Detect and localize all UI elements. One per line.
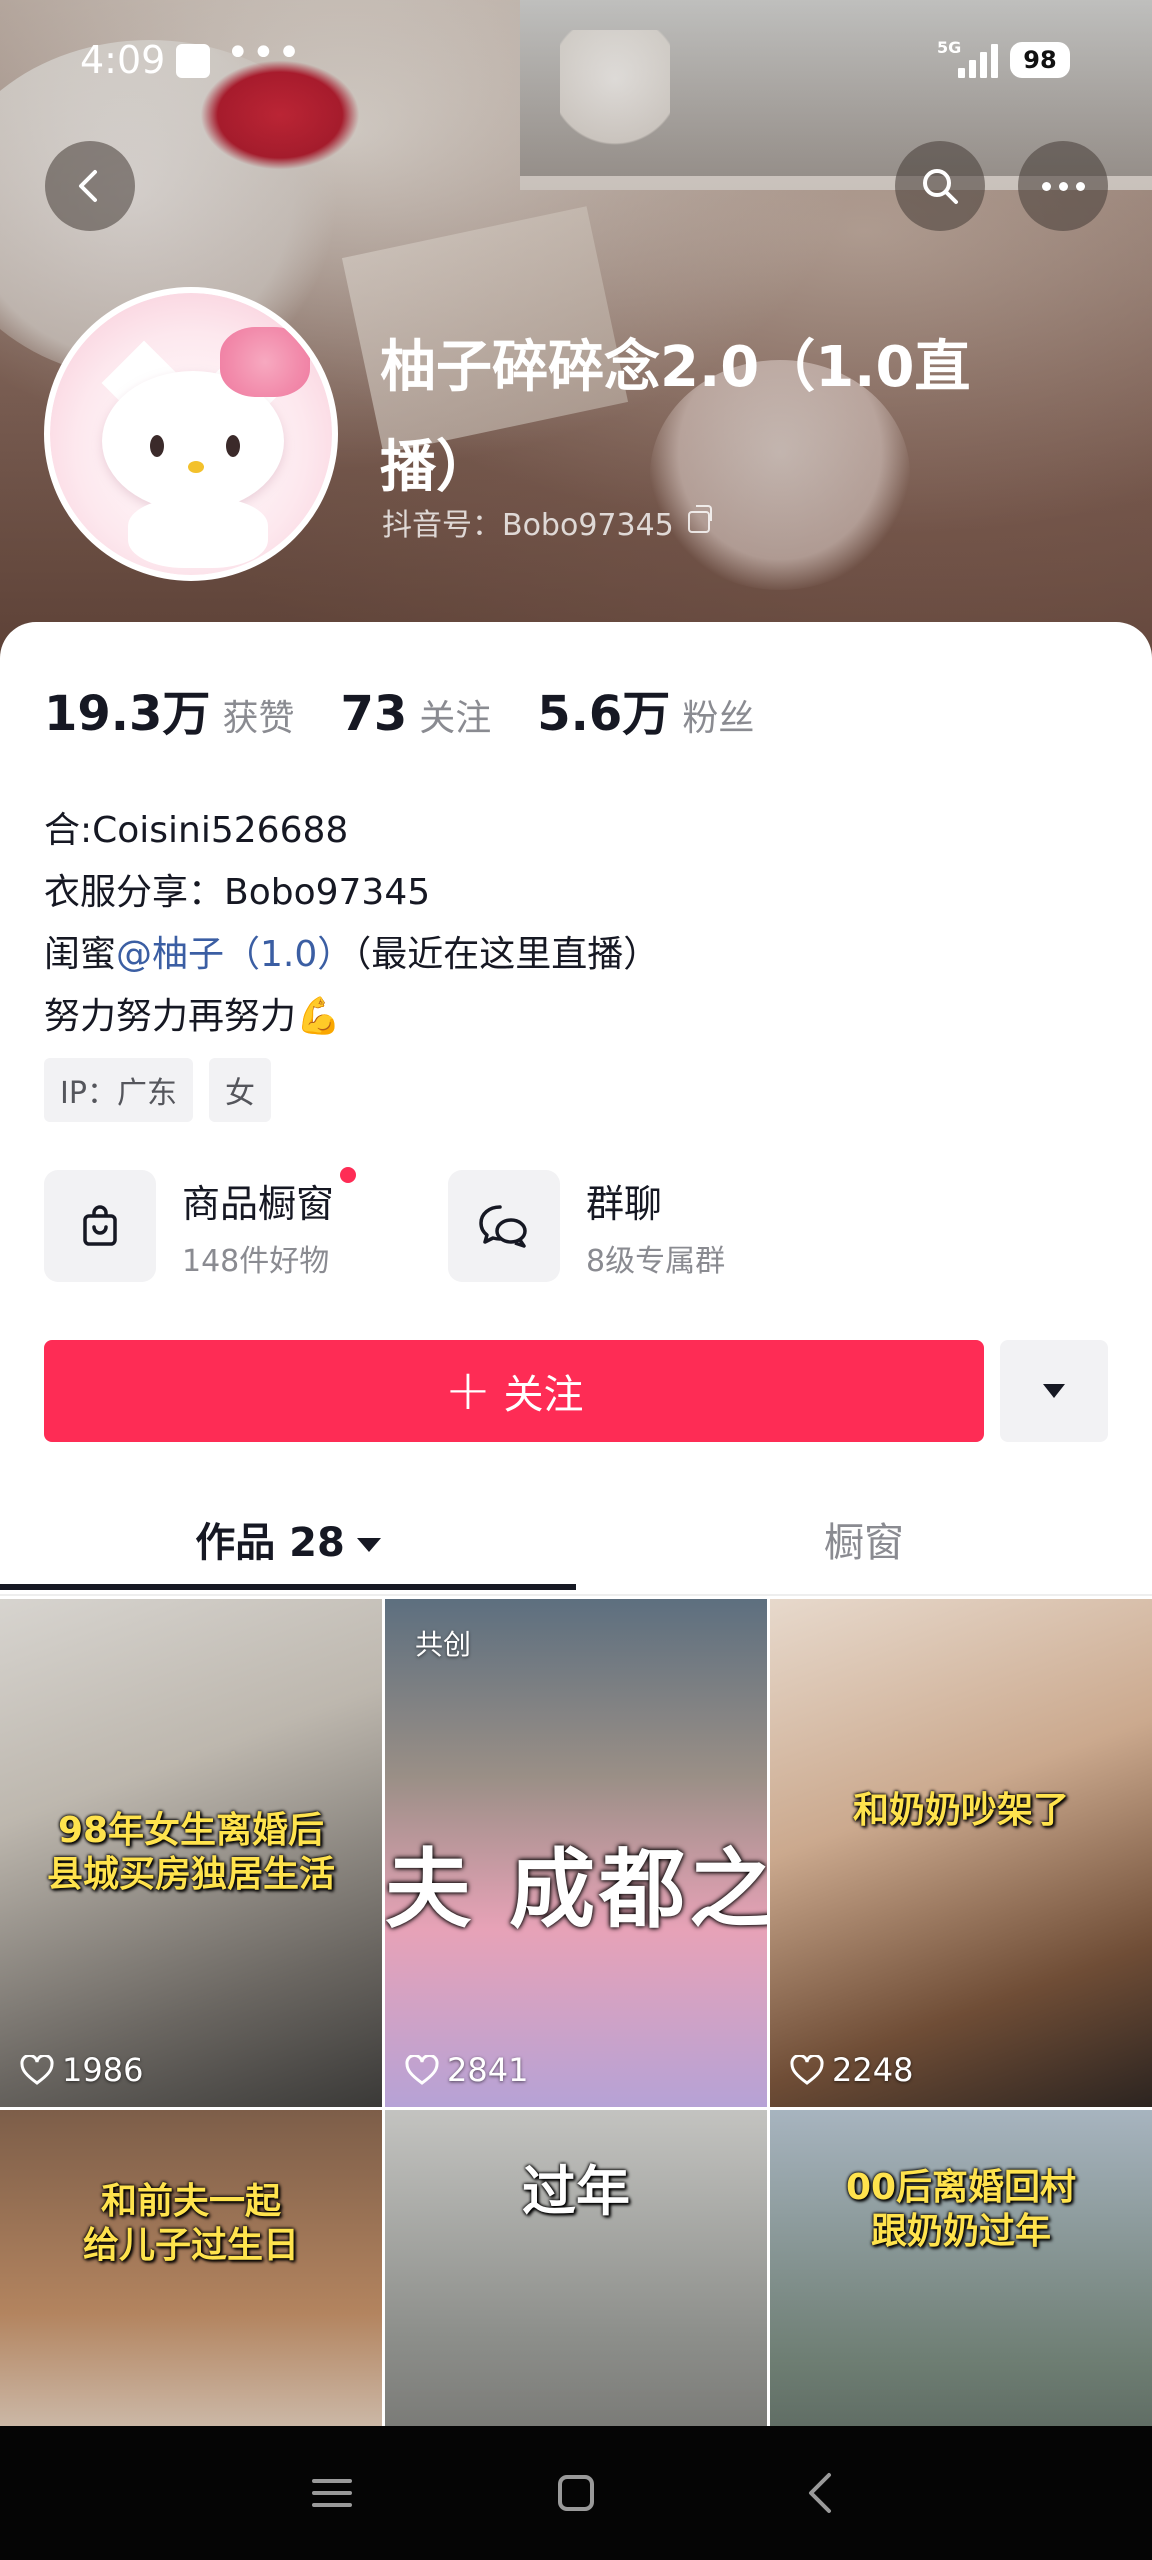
video-caption: 过年 (522, 2160, 630, 2223)
stat-followers[interactable]: 5.6万 粉丝 (537, 674, 754, 744)
notification-dot (340, 1166, 357, 1183)
stat-likes[interactable]: 19.3万 获赞 (44, 674, 294, 744)
heart-icon (405, 2055, 439, 2085)
heart-icon (790, 2055, 824, 2085)
shopping-bag-icon (44, 1170, 156, 1282)
tag-ip: IP：广东 (44, 1058, 193, 1122)
douyin-id[interactable]: 抖音号：Bobo97345 (382, 500, 712, 544)
caret-down-icon (1043, 1384, 1065, 1398)
tab-works[interactable]: 作品 28 (0, 1504, 576, 1596)
video-caption: 98年女生离婚后 县城买房独居生活 (46, 1810, 335, 1895)
status-time: 4:09 (80, 38, 166, 82)
tab-shop-window[interactable]: 橱窗 (576, 1504, 1152, 1596)
video-thumbnail[interactable]: 共创 夫 成都之 2841 (385, 1599, 767, 2107)
notification-icon (176, 44, 210, 78)
bio-line: 衣服分享：Bobo97345 (44, 872, 431, 913)
tag-gender: 女 (208, 1058, 271, 1122)
video-thumbnail[interactable]: 98年女生离婚后 县城买房独居生活 1986 (0, 1599, 382, 2107)
search-icon (923, 169, 958, 204)
mention-link[interactable]: @柚子（1.0） (116, 934, 353, 975)
system-navigation-bar (0, 2426, 1152, 2560)
menu-icon (312, 2479, 352, 2507)
profile-card: 19.3万 获赞 73 关注 5.6万 粉丝 合:Coisini526688 衣… (0, 622, 1152, 2560)
menu-button[interactable] (252, 2426, 412, 2560)
caret-down-icon (356, 1538, 381, 1552)
content-tabs: 作品 28 橱窗 (0, 1504, 1152, 1596)
system-back-button[interactable] (740, 2426, 900, 2560)
video-caption: 和奶奶吵架了 (852, 1790, 1069, 1831)
bio-line: 闺蜜@柚子（1.0）（最近在这里直播） (44, 934, 660, 975)
bio-line: 合:Coisini526688 (44, 810, 349, 851)
dot-icon (1058, 181, 1068, 191)
video-caption: 夫 成都之 (385, 1840, 767, 1940)
bio-line: 努力努力再努力💪 (44, 996, 341, 1037)
more-options-button[interactable] (1018, 141, 1108, 231)
shop-window-entry[interactable]: 商品橱窗 148件好物 (44, 1166, 357, 1282)
video-thumbnail[interactable]: 和奶奶吵架了 2248 (770, 1599, 1152, 2107)
home-square-icon (558, 2475, 594, 2511)
home-button[interactable] (496, 2426, 656, 2560)
search-button[interactable] (895, 141, 985, 231)
dot-icon (1075, 181, 1085, 191)
video-grid: 98年女生离婚后 县城买房独居生活 1986 共创 夫 成都之 2841 和奶奶… (0, 1599, 1152, 2560)
avatar[interactable] (44, 287, 338, 581)
back-button[interactable] (45, 141, 135, 231)
profile-name: 柚子碎碎念2.0（1.0直 播） (380, 335, 971, 500)
group-chat-entry[interactable]: 群聊 8级专属群 (448, 1170, 725, 1282)
video-caption: 和前夫一起 给儿子过生日 (82, 2181, 299, 2266)
chat-bubbles-icon (448, 1170, 560, 1282)
video-caption: 00后离婚回村 跟奶奶过年 (845, 2167, 1077, 2252)
plus-icon: + (444, 1358, 492, 1423)
battery-icon: 98 (1010, 42, 1070, 78)
more-dropdown-button[interactable] (1000, 1340, 1108, 1442)
like-count: 1986 (20, 2051, 143, 2089)
bow-icon (220, 327, 310, 397)
flexed-biceps-icon: 💪 (296, 996, 341, 1037)
chevron-left-icon (79, 170, 97, 202)
stats-row: 19.3万 获赞 73 关注 5.6万 粉丝 (44, 674, 800, 744)
stat-following[interactable]: 73 关注 (340, 686, 491, 742)
follow-button[interactable]: + 关注 (44, 1340, 984, 1442)
status-dots: ••• (226, 30, 303, 76)
copy-icon[interactable] (687, 505, 712, 533)
back-arrow-icon (809, 2473, 831, 2513)
status-bar: 4:09 ••• 5G 98 (0, 0, 1152, 120)
signal-icon (958, 42, 1002, 78)
profile-tags: IP：广东 女 (44, 1058, 271, 1122)
bio: 合:Coisini526688 衣服分享：Bobo97345 闺蜜@柚子（1.0… (44, 800, 659, 1048)
co-creation-tag: 共创 (415, 1628, 472, 1661)
like-count: 2248 (790, 2051, 913, 2089)
like-count: 2841 (405, 2051, 528, 2089)
heart-icon (20, 2055, 54, 2085)
dot-icon (1041, 181, 1051, 191)
active-tab-indicator (0, 1584, 576, 1590)
